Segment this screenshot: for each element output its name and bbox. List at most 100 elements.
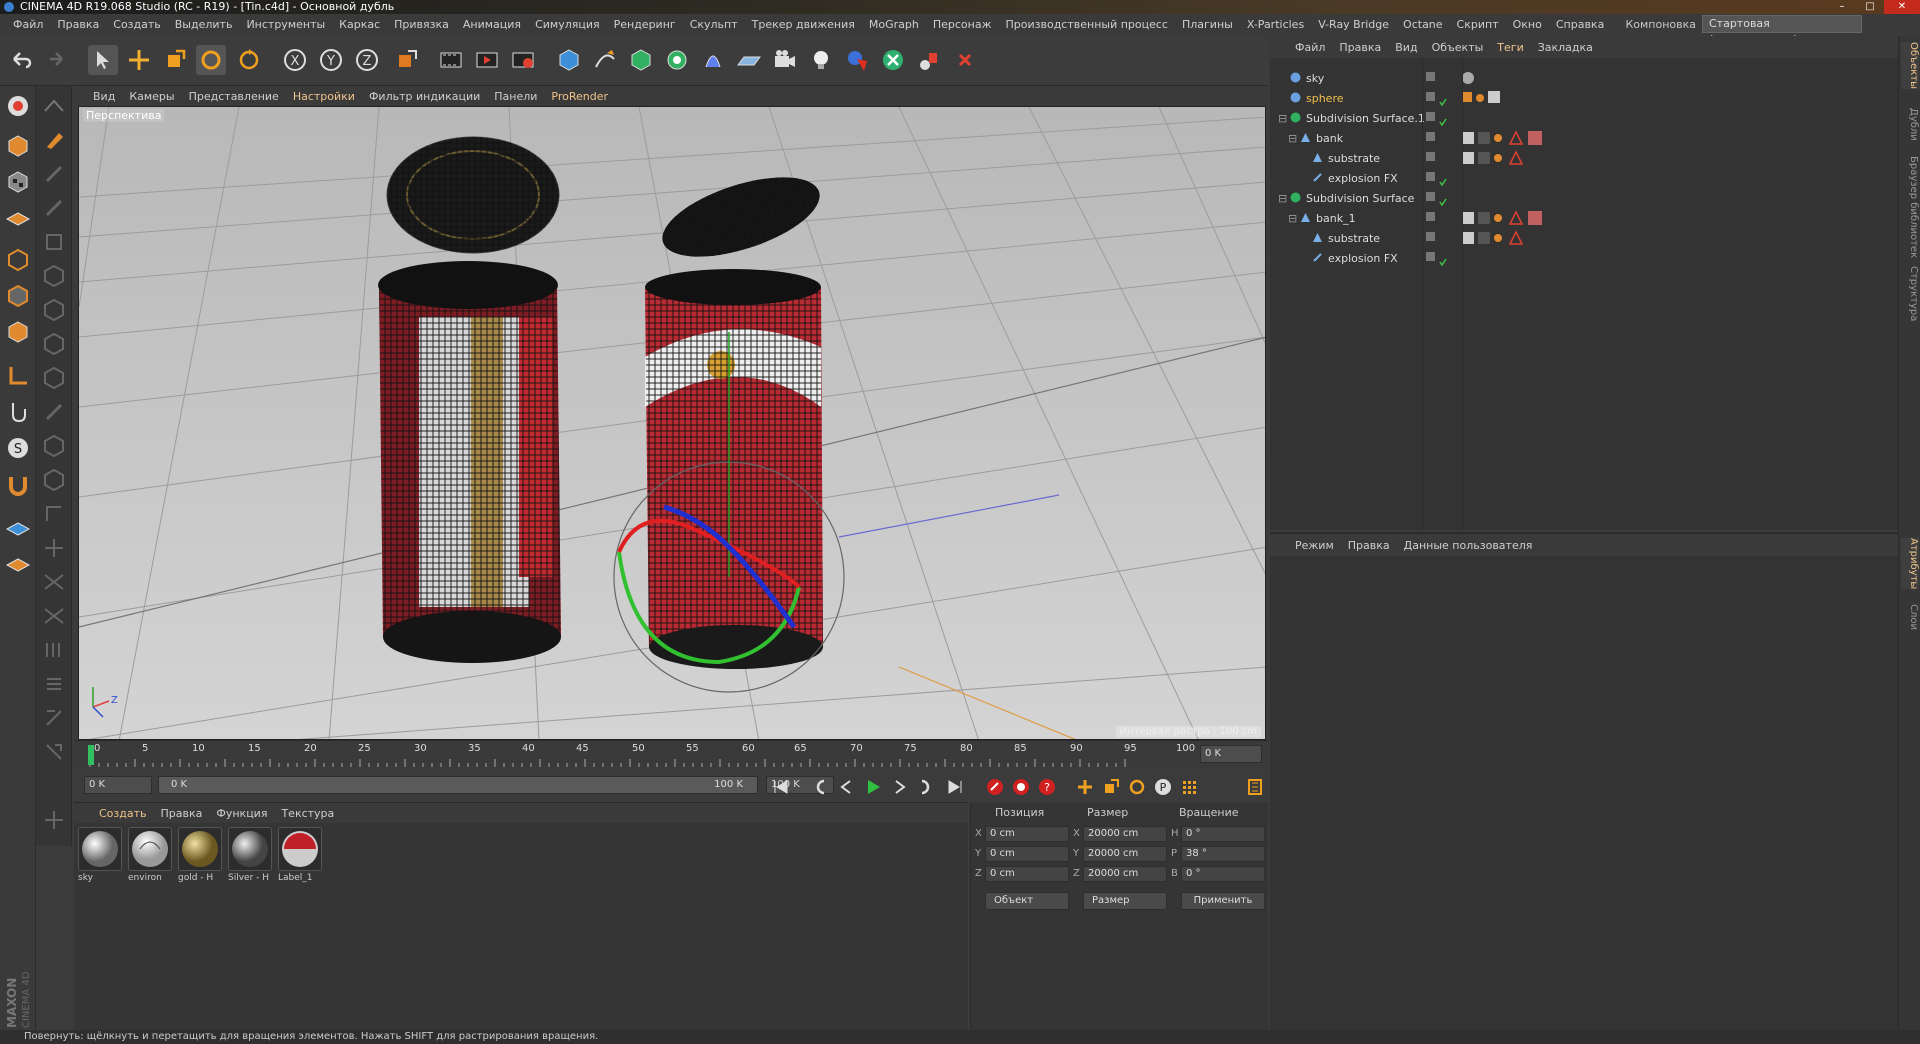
- object-column-divider[interactable]: [1462, 58, 1463, 530]
- keyframe-selection-icon[interactable]: ?: [1036, 776, 1058, 798]
- timeline-ruler[interactable]: 0 5 10 15 20 25 30 35 40 45 50 55 60 65 …: [74, 740, 1268, 767]
- preview-range-slider[interactable]: 0 K 100 K: [158, 776, 758, 794]
- menu-motion-tracker[interactable]: Трекер движения: [745, 14, 862, 36]
- apply-button[interactable]: Применить: [1181, 892, 1265, 910]
- timeline-window-icon[interactable]: [1244, 776, 1266, 798]
- rotation-h-field[interactable]: 0 °: [1181, 826, 1265, 842]
- secondary-tool-3-icon[interactable]: [40, 160, 68, 188]
- secondary-tool-4-icon[interactable]: [40, 194, 68, 222]
- secondary-tool-20-icon[interactable]: [40, 738, 68, 766]
- object-menu-objects[interactable]: Объекты: [1425, 41, 1491, 54]
- object-row-bank-1[interactable]: ⊟ bank_1: [1270, 208, 1898, 228]
- select-cursor-icon[interactable]: [88, 45, 118, 75]
- tab-layers[interactable]: Слои: [1901, 604, 1919, 630]
- material-silver[interactable]: Silver - H: [228, 827, 274, 889]
- object-row-subdivision-surface-1[interactable]: ⊟ Subdivision Surface.1: [1270, 108, 1898, 128]
- perspective-viewport[interactable]: Z Перспектива Интервал растра : 100 cm: [78, 106, 1266, 740]
- object-menu-bookmarks[interactable]: Закладка: [1531, 41, 1600, 54]
- camera-icon[interactable]: [770, 45, 800, 75]
- object-row-explosion-fx-2[interactable]: explosion FX: [1270, 248, 1898, 268]
- expand-toggle-icon[interactable]: ⊟: [1288, 132, 1297, 145]
- menu-character[interactable]: Персонаж: [926, 14, 999, 36]
- expand-toggle-icon[interactable]: ⊟: [1278, 112, 1287, 125]
- secondary-tool-19-icon[interactable]: [40, 704, 68, 732]
- subdivision-surface-icon[interactable]: [626, 45, 656, 75]
- size-z-field[interactable]: 20000 cm: [1083, 866, 1167, 882]
- menu-pipeline[interactable]: Производственный процесс: [999, 14, 1175, 36]
- tweak-mode-icon[interactable]: [4, 398, 32, 426]
- xparticles-modifier-icon[interactable]: [914, 45, 944, 75]
- record-parameter-icon[interactable]: P: [1152, 776, 1174, 798]
- secondary-tool-8-icon[interactable]: [40, 330, 68, 358]
- menu-render[interactable]: Рендеринг: [607, 14, 683, 36]
- y-axis-icon[interactable]: Y: [316, 45, 346, 75]
- position-z-field[interactable]: 0 cm: [985, 866, 1069, 882]
- viewport-menu-prorender[interactable]: ProRender: [544, 90, 615, 103]
- polygons-mode-icon[interactable]: [4, 318, 32, 346]
- pen-spline-icon[interactable]: [590, 45, 620, 75]
- light-icon[interactable]: [806, 45, 836, 75]
- floor-icon[interactable]: [734, 45, 764, 75]
- object-tags-column[interactable]: [1426, 68, 1576, 268]
- viewport-menu-panel[interactable]: Панели: [487, 90, 544, 103]
- viewport-menu-cameras[interactable]: Камеры: [122, 90, 181, 103]
- secondary-tool-9-icon[interactable]: [40, 364, 68, 392]
- object-row-sphere[interactable]: sphere: [1270, 88, 1898, 108]
- material-menu-create[interactable]: Создать: [92, 807, 154, 820]
- position-x-field[interactable]: 0 cm: [985, 826, 1069, 842]
- next-frame-icon[interactable]: [888, 776, 910, 798]
- menu-x-particles[interactable]: X-Particles: [1240, 14, 1311, 36]
- current-frame-field[interactable]: 0 K: [1200, 745, 1262, 763]
- secondary-tool-16-icon[interactable]: [40, 602, 68, 630]
- start-frame-field[interactable]: 0 K: [84, 776, 152, 794]
- menu-script[interactable]: Скрипт: [1450, 14, 1506, 36]
- material-menu-function[interactable]: Функция: [209, 807, 274, 820]
- go-to-start-icon[interactable]: [770, 776, 792, 798]
- menu-vray-bridge[interactable]: V-Ray Bridge: [1311, 14, 1396, 36]
- scale-icon[interactable]: [160, 45, 190, 75]
- viewport-menu-view[interactable]: Вид: [86, 90, 122, 103]
- cube-icon[interactable]: [554, 45, 584, 75]
- coordinate-mode-dropdown[interactable]: Объект: [985, 892, 1069, 910]
- menu-octane[interactable]: Octane: [1396, 14, 1450, 36]
- object-menu-tags[interactable]: Теги: [1490, 41, 1530, 54]
- attribute-menu-edit[interactable]: Правка: [1341, 539, 1397, 552]
- magnet-icon[interactable]: [4, 472, 32, 500]
- object-menu-edit[interactable]: Правка: [1332, 41, 1388, 54]
- menu-mograph[interactable]: MoGraph: [862, 14, 926, 36]
- z-axis-icon[interactable]: Z: [352, 45, 382, 75]
- close-button[interactable]: ✕: [1884, 0, 1920, 14]
- object-row-substrate[interactable]: substrate: [1270, 148, 1898, 168]
- menu-help[interactable]: Справка: [1549, 14, 1611, 36]
- previous-frame-icon[interactable]: [836, 776, 858, 798]
- texture-mode-icon[interactable]: [4, 168, 32, 196]
- planar-workplane-icon[interactable]: [4, 550, 32, 578]
- rotation-p-field[interactable]: 38 °: [1181, 846, 1265, 862]
- secondary-tool-15-icon[interactable]: [40, 568, 68, 596]
- material-menu-texture[interactable]: Текстура: [274, 807, 341, 820]
- render-view-icon[interactable]: [436, 45, 466, 75]
- viewport-menu-display[interactable]: Представление: [182, 90, 286, 103]
- layout-dropdown[interactable]: Стартовая (пользователь): [1702, 15, 1862, 46]
- object-row-sky[interactable]: sky: [1270, 68, 1898, 88]
- secondary-tool-11-icon[interactable]: [40, 432, 68, 460]
- maximize-button[interactable]: □: [1856, 0, 1884, 14]
- size-y-field[interactable]: 20000 cm: [1083, 846, 1167, 862]
- object-column-divider[interactable]: [1422, 58, 1423, 530]
- rotation-b-field[interactable]: 0 °: [1181, 866, 1265, 882]
- play-icon[interactable]: [862, 776, 884, 798]
- render-picture-viewer-icon[interactable]: [472, 45, 502, 75]
- secondary-tool-13-icon[interactable]: [40, 500, 68, 528]
- deformer-icon[interactable]: [698, 45, 728, 75]
- lock-workplane-icon[interactable]: [4, 514, 32, 542]
- tab-objects[interactable]: Объекты: [1901, 42, 1919, 90]
- menu-window[interactable]: Окно: [1506, 14, 1549, 36]
- x-axis-icon[interactable]: X: [280, 45, 310, 75]
- object-menu-file[interactable]: Файл: [1288, 41, 1332, 54]
- model-mode-icon[interactable]: [4, 132, 32, 160]
- material-label[interactable]: Label_1: [278, 827, 324, 889]
- viewport-menu-options[interactable]: Настройки: [286, 90, 362, 103]
- brush-icon[interactable]: [40, 126, 68, 154]
- snap-mode-icon[interactable]: S: [4, 434, 32, 462]
- axis-mode-icon[interactable]: [4, 362, 32, 390]
